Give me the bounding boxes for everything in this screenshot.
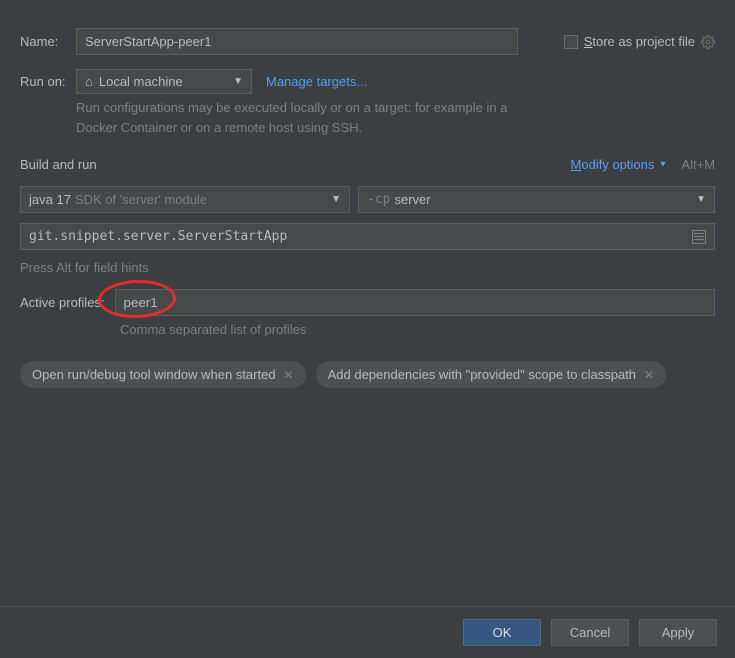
- jdk-value: java 17: [29, 192, 71, 207]
- chip-label: Add dependencies with "provided" scope t…: [328, 367, 636, 382]
- run-on-hint: Run configurations may be executed local…: [76, 98, 516, 137]
- chip-provided-scope[interactable]: Add dependencies with "provided" scope t…: [316, 361, 667, 388]
- chip-label: Open run/debug tool window when started: [32, 367, 276, 382]
- jdk-dropdown[interactable]: java 17 SDK of 'server' module ▼: [20, 186, 350, 213]
- active-profiles-label: Active profiles:: [20, 295, 105, 310]
- active-profiles-input[interactable]: [115, 289, 715, 316]
- close-icon[interactable]: ✕: [644, 368, 654, 382]
- chevron-down-icon: ▼: [233, 76, 243, 87]
- list-icon[interactable]: [692, 230, 706, 244]
- chevron-down-icon: ▼: [331, 194, 341, 205]
- build-and-run-title: Build and run: [20, 157, 97, 172]
- field-hints-text: Press Alt for field hints: [20, 260, 715, 275]
- chevron-down-icon: ▼: [696, 194, 706, 205]
- close-icon[interactable]: ✕: [284, 368, 294, 382]
- run-on-label: Run on:: [20, 74, 76, 89]
- active-profiles-hint: Comma separated list of profiles: [120, 322, 715, 337]
- run-on-dropdown[interactable]: ⌂ Local machine ▼: [76, 69, 252, 94]
- cp-prefix: -cp: [367, 192, 390, 207]
- classpath-dropdown[interactable]: -cp server ▼: [358, 186, 715, 213]
- manage-targets-link[interactable]: Manage targets...: [266, 74, 367, 89]
- cp-value: server: [394, 192, 430, 207]
- gear-icon[interactable]: [701, 35, 715, 49]
- main-class-field[interactable]: git.snippet.server.ServerStartApp: [20, 223, 715, 250]
- run-on-value: Local machine: [99, 74, 183, 89]
- store-as-project-label: Store as project file: [584, 34, 695, 49]
- main-class-value: git.snippet.server.ServerStartApp: [29, 229, 287, 244]
- chevron-down-icon: ▾: [660, 159, 665, 170]
- jdk-subtext: SDK of 'server' module: [75, 192, 207, 207]
- modify-options-link[interactable]: Modify options: [571, 157, 655, 172]
- store-as-project-checkbox[interactable]: [564, 35, 578, 49]
- apply-button[interactable]: Apply: [639, 619, 717, 646]
- cancel-button[interactable]: Cancel: [551, 619, 629, 646]
- name-label: Name:: [20, 34, 76, 49]
- home-icon: ⌂: [85, 74, 93, 89]
- chip-open-tool-window[interactable]: Open run/debug tool window when started …: [20, 361, 306, 388]
- name-input[interactable]: [76, 28, 518, 55]
- ok-button[interactable]: OK: [463, 619, 541, 646]
- modify-shortcut: Alt+M: [681, 157, 715, 172]
